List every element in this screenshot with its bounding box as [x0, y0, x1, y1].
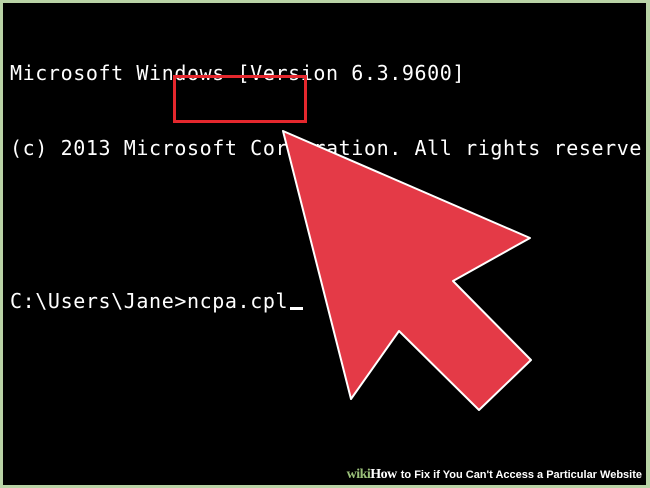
console-line-version: Microsoft Windows [Version 6.3.9600]	[10, 61, 466, 85]
command-prompt-window[interactable]: Microsoft Windows [Version 6.3.9600] (c)…	[3, 3, 646, 485]
wikihow-logo-how: How	[370, 467, 397, 482]
image-frame: Microsoft Windows [Version 6.3.9600] (c)…	[0, 0, 650, 488]
text-cursor-icon	[290, 307, 304, 310]
console-line-copyright: (c) 2013 Microsoft Corporation. All righ…	[10, 136, 643, 160]
console-line-blank	[10, 211, 642, 239]
console-prompt-line[interactable]: C:\Users\Jane>ncpa.cpl	[10, 289, 642, 314]
watermark: wikiHow to Fix if You Can't Access a Par…	[347, 466, 642, 484]
command-highlight-box	[173, 75, 307, 123]
wikihow-logo-wiki: wiki	[346, 467, 371, 482]
console-prompt: C:\Users\Jane>	[10, 289, 187, 313]
console-output: Microsoft Windows [Version 6.3.9600] (c)…	[10, 11, 642, 364]
console-command[interactable]: ncpa.cpl	[187, 289, 288, 314]
watermark-text: to Fix if You Can't Access a Particular …	[400, 469, 642, 481]
wikihow-logo: wikiHow	[346, 467, 398, 483]
